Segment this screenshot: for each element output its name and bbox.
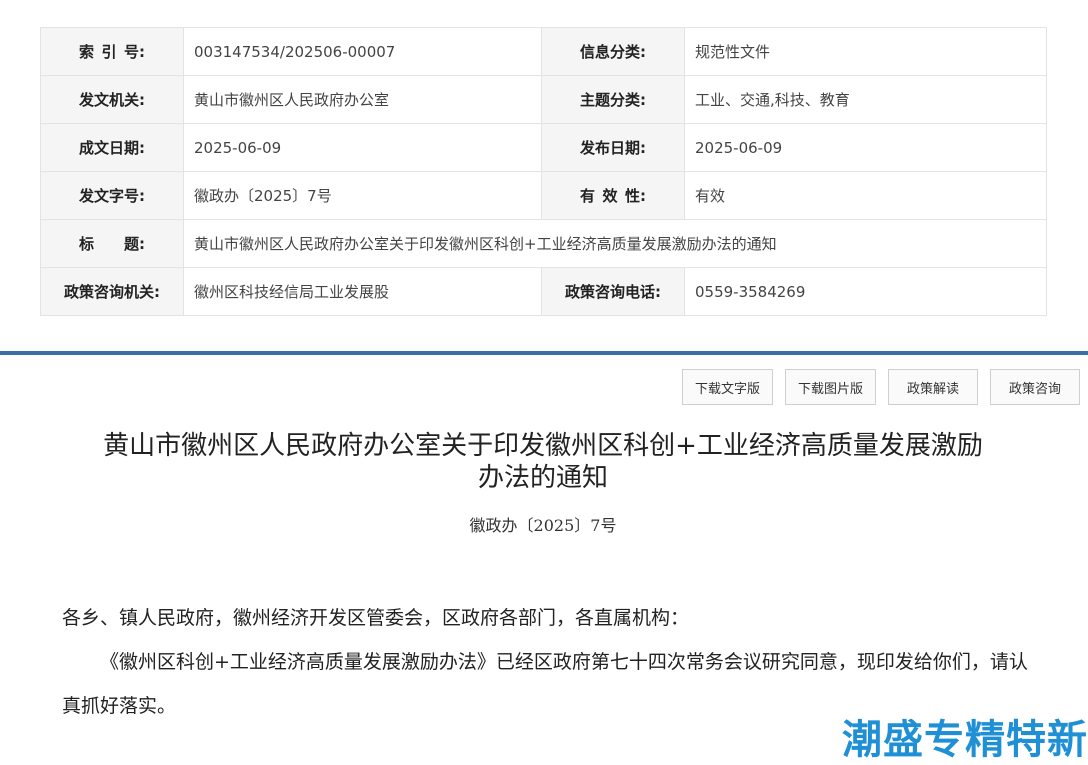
issuing-authority-value: 黄山市徽州区人民政府办公室	[183, 75, 542, 124]
table-row: 标题: 黄山市徽州区人民政府办公室关于印发徽州区科创+工业经济高质量发展激励办法…	[40, 219, 1047, 268]
validity-label: 有效性:	[541, 171, 685, 220]
table-row: 政策咨询机关: 徽州区科技经信局工业发展股 政策咨询电话: 0559-35842…	[40, 267, 1047, 316]
policy-consult-button[interactable]: 政策咨询	[990, 369, 1080, 405]
table-row: 发文机关: 黄山市徽州区人民政府办公室 主题分类: 工业、交通,科技、教育	[40, 75, 1047, 124]
policy-contact-phone-label: 政策咨询电话:	[541, 267, 685, 316]
validity-value: 有效	[684, 171, 1047, 220]
download-text-version-button[interactable]: 下载文字版	[681, 369, 773, 405]
document-title-line: 黄山市徽州区人民政府办公室关于印发徽州区科创+工业经济高质量发展激励	[103, 431, 983, 461]
info-category-value: 规范性文件	[684, 27, 1047, 76]
policy-interpretation-button[interactable]: 政策解读	[888, 369, 978, 405]
document-number: 徽政办〔2025〕7号	[469, 516, 617, 535]
info-category-label: 信息分类:	[541, 27, 685, 76]
document-number-value: 徽政办〔2025〕7号	[183, 171, 542, 220]
issuing-authority-label: 发文机关:	[40, 75, 184, 124]
table-row: 索引号: 003147534/202506-00007 信息分类: 规范性文件	[40, 27, 1047, 76]
publish-date-label: 发布日期:	[541, 123, 685, 172]
title-label: 标题:	[40, 219, 184, 268]
policy-contact-phone-value: 0559-3584269	[684, 267, 1047, 316]
download-image-version-button[interactable]: 下载图片版	[784, 369, 876, 405]
written-date-label: 成文日期:	[40, 123, 184, 172]
watermark-logo: 潮盛专精特新	[842, 717, 1088, 763]
section-divider	[0, 351, 1088, 355]
document-title: 黄山市徽州区人民政府办公室关于印发徽州区科创+工业经济高质量发展激励 办法的通知	[40, 430, 1046, 494]
salutation: 各乡、镇人民政府，徽州经济开发区管委会，区政府各部门，各直属机构：	[62, 607, 690, 629]
publish-date-value: 2025-06-09	[684, 123, 1047, 172]
index-number-label: 索引号:	[40, 27, 184, 76]
document-toolbar: 下载文字版 下载图片版 政策解读 政策咨询	[681, 369, 1080, 405]
document-title-line: 办法的通知	[477, 463, 608, 493]
index-number-value: 003147534/202506-00007	[183, 27, 542, 76]
policy-contact-org-label: 政策咨询机关:	[40, 267, 184, 316]
table-row: 发文字号: 徽政办〔2025〕7号 有效性: 有效	[40, 171, 1047, 220]
policy-contact-org-value: 徽州区科技经信局工业发展股	[183, 267, 542, 316]
topic-category-label: 主题分类:	[541, 75, 685, 124]
title-value: 黄山市徽州区人民政府办公室关于印发徽州区科创+工业经济高质量发展激励办法的通知	[183, 219, 1047, 268]
document-metadata-table: 索引号: 003147534/202506-00007 信息分类: 规范性文件 …	[40, 27, 1047, 316]
table-row: 成文日期: 2025-06-09 发布日期: 2025-06-09	[40, 123, 1047, 172]
document-number-label: 发文字号:	[40, 171, 184, 220]
topic-category-value: 工业、交通,科技、教育	[684, 75, 1047, 124]
written-date-value: 2025-06-09	[183, 123, 542, 172]
